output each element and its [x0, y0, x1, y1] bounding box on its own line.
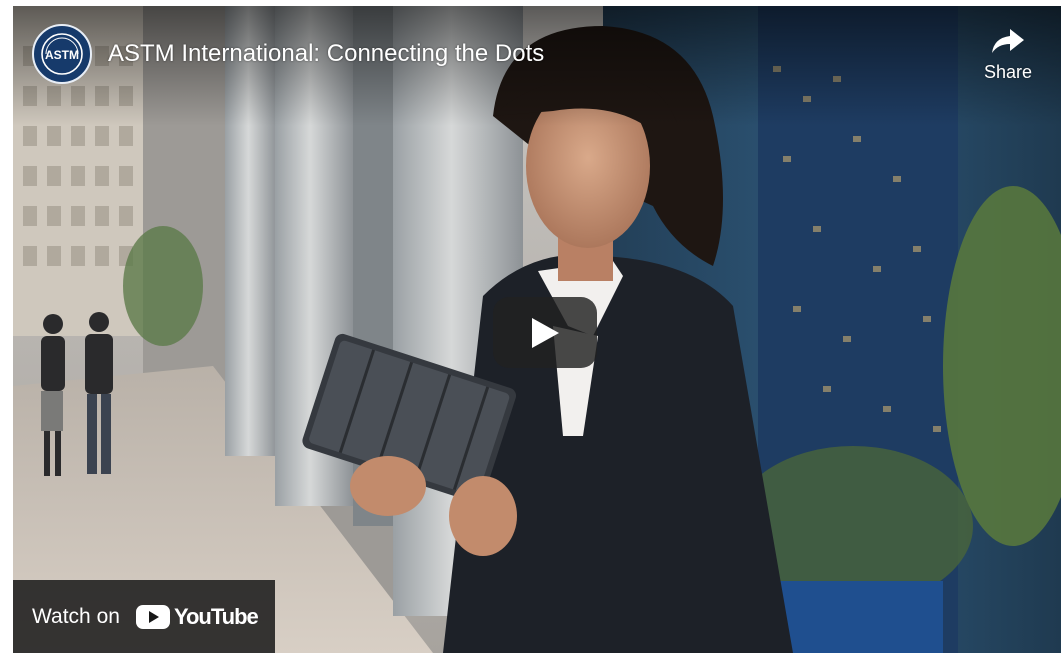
- svg-text:ASTM: ASTM: [45, 48, 79, 62]
- share-arrow-icon: [992, 29, 1024, 53]
- watch-on-youtube-button[interactable]: Watch on YouTube: [13, 580, 275, 653]
- share-button[interactable]: Share: [973, 26, 1043, 96]
- watch-on-label: Watch on: [32, 604, 120, 628]
- youtube-logo-icon: [135, 604, 170, 629]
- youtube-logo: YouTube: [135, 603, 259, 630]
- share-label: Share: [983, 62, 1033, 82]
- channel-avatar[interactable]: ASTM: [32, 24, 92, 84]
- youtube-wordmark: YouTube: [173, 603, 259, 629]
- astm-logo-icon: ASTM: [41, 33, 83, 75]
- play-icon: [532, 317, 559, 348]
- video-title[interactable]: ASTM International: Connecting the Dots: [108, 39, 544, 69]
- play-button[interactable]: [493, 297, 597, 368]
- video-player[interactable]: ASTM ASTM International: Connecting the …: [13, 6, 1061, 653]
